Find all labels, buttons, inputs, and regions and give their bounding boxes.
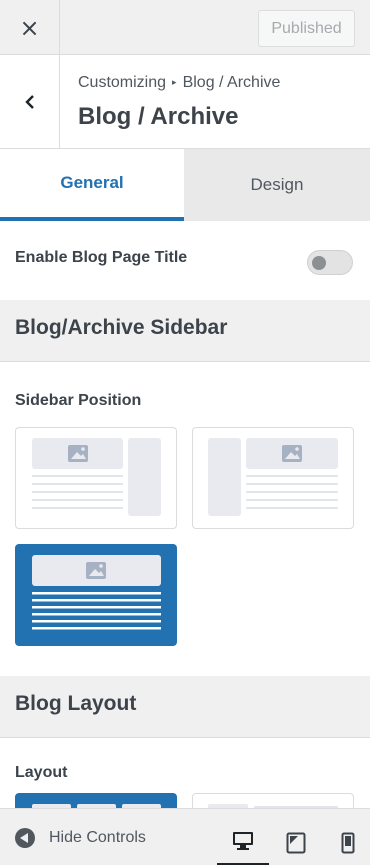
device-desktop-button[interactable] [217,819,269,865]
mobile-icon [341,832,355,853]
hide-controls-label: Hide Controls [49,828,146,846]
tab-general[interactable]: General [0,149,184,221]
tablet-icon [286,832,306,853]
breadcrumb-separator-icon: ▸ [172,77,177,87]
bottom-bar: Hide Controls [0,808,370,865]
device-tablet-button[interactable] [270,819,322,865]
sidebar-section-header: Blog/Archive Sidebar [0,300,370,362]
list-layout-icon [208,804,338,808]
grid-layout-icon [32,804,161,808]
right-sidebar-layout-icon [32,438,161,516]
page-title: Blog / Archive [78,103,239,130]
top-bar: × Published [0,0,370,55]
section-header: Customizing ▸ Blog / Archive Blog / Archiv… [0,55,370,149]
published-button[interactable]: Published [258,10,355,47]
sidebar-option-right[interactable] [15,427,177,529]
tab-design[interactable]: Design [184,149,370,221]
hide-controls-button[interactable]: Hide Controls [15,809,146,865]
toggle-knob [312,256,326,270]
tab-bar: General Design [0,149,370,221]
breadcrumb-current: Blog / Archive [182,74,281,91]
layout-label: Layout [15,764,68,781]
sidebar-section-title: Blog/Archive Sidebar [15,316,228,339]
close-icon[interactable]: × [0,0,60,55]
collapse-arrow-icon [15,827,35,848]
blog-layout-panel: Layout [0,738,370,808]
enable-blog-title-label: Enable Blog Page Title [15,249,188,266]
layout-option-grid[interactable] [15,793,177,808]
breadcrumb: Customizing ▸ Blog / Archive [78,74,280,92]
sidebar-position-label: Sidebar Position [15,392,142,409]
sidebar-settings-panel: Sidebar Position [0,362,370,676]
blog-layout-section-title: Blog Layout [15,692,137,715]
chevron-left-icon [24,95,34,109]
enable-blog-title-toggle[interactable] [307,250,353,275]
breadcrumb-parent: Customizing [78,74,167,91]
sidebar-option-none[interactable] [15,544,177,646]
desktop-icon [233,832,253,850]
left-sidebar-layout-icon [208,438,338,516]
device-mobile-button[interactable] [322,819,370,865]
sidebar-option-left[interactable] [192,427,354,529]
no-sidebar-layout-icon [32,555,161,630]
blog-layout-section-header: Blog Layout [0,676,370,738]
back-button[interactable] [0,55,60,149]
layout-option-list[interactable] [192,793,354,808]
